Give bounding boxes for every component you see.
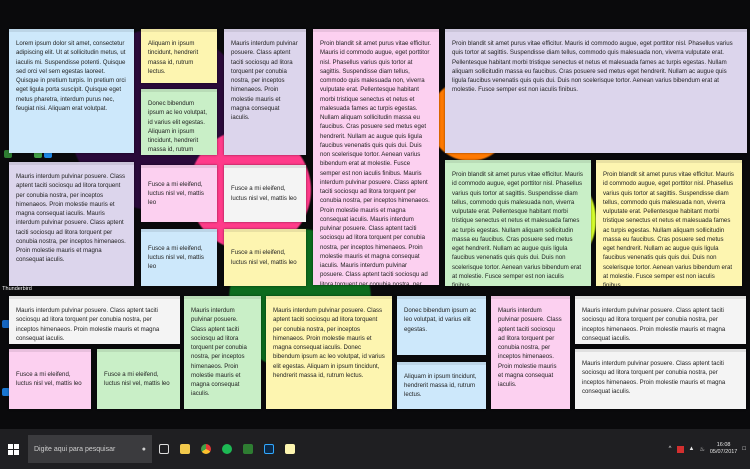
- sticky-note[interactable]: Mauris interdum pulvinar posuere. Class …: [9, 162, 134, 286]
- sticky-note[interactable]: Donec bibendum ipsum ac leo volutpat, id…: [397, 296, 486, 355]
- search-placeholder: Digite aqui para pesquisar: [34, 445, 116, 453]
- sticky-note[interactable]: Mauris interdum pulvinar posuere. Class …: [184, 296, 261, 409]
- thunderbird-label: Thunderbird: [2, 286, 32, 292]
- taskbar: Digite aqui para pesquisar ● ^ ▲ ♨ 16:08…: [0, 429, 750, 469]
- sticky-note[interactable]: Fusce a mi eleifend, luctus nisl vel, ma…: [224, 229, 306, 286]
- search-box[interactable]: Digite aqui para pesquisar ●: [28, 435, 152, 463]
- volume-icon[interactable]: ♨: [699, 446, 704, 453]
- network-icon[interactable]: ▲: [689, 446, 695, 452]
- microphone-icon[interactable]: ●: [142, 446, 146, 453]
- desktop: Thunderbird Lorem ipsum dolor sit amet, …: [0, 0, 750, 429]
- sticky-notes-button[interactable]: [281, 429, 299, 469]
- app-button[interactable]: [239, 429, 257, 469]
- sticky-note[interactable]: Mauris interdum pulvinar posuere. Class …: [266, 296, 392, 409]
- spotify-button[interactable]: [218, 429, 236, 469]
- sticky-note[interactable]: Lorem ipsum dolor sit amet, consectetur …: [9, 29, 134, 153]
- file-explorer-button[interactable]: [176, 429, 194, 469]
- sticky-note[interactable]: Fusce a mi eleifend, luctus nisl vel, ma…: [224, 165, 306, 222]
- sticky-note[interactable]: Mauris interdum pulvinar posuere. Class …: [9, 296, 180, 344]
- task-view-button[interactable]: [155, 429, 173, 469]
- windows-logo-icon: [7, 443, 19, 455]
- folder-icon: [180, 444, 190, 454]
- sticky-note[interactable]: Proin blandit sit amet purus vitae effic…: [596, 160, 742, 286]
- chrome-icon: [201, 444, 211, 454]
- clock-date: 05/07/2017: [709, 449, 738, 455]
- sticky-note[interactable]: Proin blandit sit amet purus vitae effic…: [313, 29, 439, 285]
- sticky-note[interactable]: Fusce a mi eleifend, luctus nisl vel, ma…: [97, 349, 180, 409]
- antivirus-icon[interactable]: [676, 445, 684, 453]
- spotify-icon: [222, 444, 232, 454]
- sticky-note[interactable]: Aliquam in ipsum tincidunt, hendrerit ma…: [397, 362, 486, 409]
- sticky-note[interactable]: Mauris interdum pulvinar posuere. Class …: [575, 349, 746, 409]
- sticky-note[interactable]: Mauris interdum pulvinar posuere. Class …: [491, 296, 570, 409]
- task-view-icon: [159, 444, 169, 454]
- start-button[interactable]: [0, 429, 26, 469]
- sticky-note[interactable]: Aliquam in ipsum tincidunt, hendrerit ma…: [141, 29, 217, 83]
- sticky-note[interactable]: Proin blandit sit amet purus vitae effic…: [445, 29, 747, 153]
- photoshop-icon: [264, 444, 274, 454]
- sticky-notes-icon: [285, 444, 295, 454]
- notifications-icon[interactable]: □: [742, 446, 746, 452]
- chrome-button[interactable]: [197, 429, 215, 469]
- sticky-note[interactable]: Donec bibendum ipsum ac leo volutpat, id…: [141, 89, 217, 155]
- photoshop-button[interactable]: [260, 429, 278, 469]
- sticky-note[interactable]: Fusce a mi eleifend, luctus nisl vel, ma…: [141, 229, 217, 286]
- system-tray: ^ ▲ ♨ 16:08 05/07/2017 □: [669, 442, 750, 456]
- clock-time: 16:08: [716, 441, 731, 448]
- sticky-note[interactable]: Fusce a mi eleifend, luctus nisl vel, ma…: [9, 349, 91, 409]
- sticky-note[interactable]: Mauris interdum pulvinar posuere. Class …: [224, 29, 306, 155]
- sticky-note[interactable]: Fusce a mi eleifend, luctus nisl vel, ma…: [141, 165, 217, 222]
- sticky-note[interactable]: Proin blandit sit amet purus vitae effic…: [445, 160, 591, 286]
- app-icon: [243, 444, 253, 454]
- chevron-up-icon[interactable]: ^: [669, 446, 672, 452]
- sticky-note[interactable]: Mauris interdum pulvinar posuere. Class …: [575, 296, 746, 344]
- clock[interactable]: 16:08 05/07/2017: [710, 442, 738, 456]
